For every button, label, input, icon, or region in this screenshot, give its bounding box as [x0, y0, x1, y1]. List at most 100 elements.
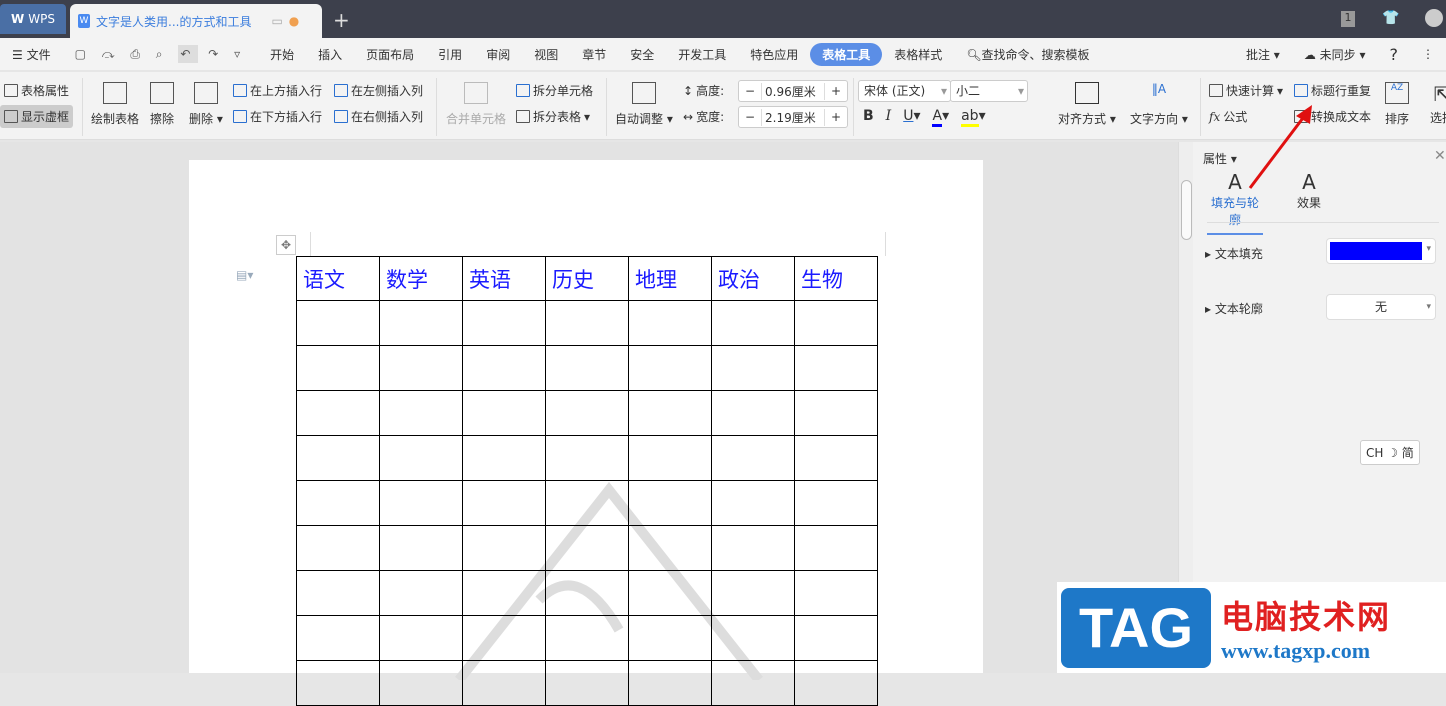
tab-table-tools[interactable]: 表格工具 [810, 42, 883, 66]
window-count-badge[interactable]: 1 [1341, 11, 1355, 27]
table-move-handle-icon[interactable]: ✥ [276, 235, 296, 255]
merge-cells-button[interactable]: 合并单元格 [446, 82, 506, 127]
table-cell[interactable] [296, 615, 380, 661]
table-header-cell[interactable]: 数学 [379, 256, 463, 301]
wps-home-tab[interactable]: W WPS [0, 4, 66, 34]
table-cell[interactable] [296, 345, 380, 391]
table-cell[interactable] [379, 525, 463, 571]
table-cell[interactable] [628, 615, 712, 661]
tab-special-apps[interactable]: 特色应用 [738, 46, 810, 63]
table-cell[interactable] [794, 525, 878, 571]
text-fill-color-picker[interactable]: ▾ [1326, 238, 1436, 264]
insert-col-right-button[interactable]: 在右侧插入列 [334, 108, 423, 125]
table-cell[interactable] [462, 300, 546, 346]
table-header-cell[interactable]: 生物 [794, 256, 878, 301]
draw-table-button[interactable]: 绘制表格 [91, 82, 139, 127]
height-input[interactable]: 0.96厘米 [761, 82, 825, 100]
erase-button[interactable]: 擦除 [150, 82, 174, 127]
table-cell[interactable] [462, 390, 546, 436]
split-table-button[interactable]: 拆分表格 ▾ [516, 108, 590, 125]
table-cell[interactable] [379, 345, 463, 391]
monitor-icon[interactable]: ▭ [271, 14, 282, 28]
decrease-button[interactable]: − [739, 110, 761, 124]
tab-page-layout[interactable]: 页面布局 [354, 46, 426, 63]
table-cell[interactable] [794, 660, 878, 706]
increase-button[interactable]: + [825, 84, 847, 98]
decrease-button[interactable]: − [739, 84, 761, 98]
table-cell[interactable] [711, 435, 795, 481]
table-cell[interactable] [628, 390, 712, 436]
table-cell[interactable] [628, 570, 712, 616]
alignment-button[interactable]: 对齐方式 ▾ [1058, 82, 1116, 127]
increase-button[interactable]: + [825, 110, 847, 124]
table-cell[interactable] [711, 570, 795, 616]
table-cell[interactable] [628, 525, 712, 571]
table-cell[interactable] [545, 615, 629, 661]
table-cell[interactable] [545, 660, 629, 706]
table-cell[interactable] [794, 300, 878, 346]
text-direction-button[interactable]: ‖A 文字方向 ▾ [1130, 82, 1188, 127]
table-cell[interactable] [794, 435, 878, 481]
width-input[interactable]: 2.19厘米 [761, 108, 825, 126]
tab-view[interactable]: 视图 [522, 46, 570, 63]
table-cell[interactable] [462, 435, 546, 481]
table-cell[interactable] [628, 660, 712, 706]
tab-section[interactable]: 章节 [570, 46, 618, 63]
table-cell[interactable] [794, 390, 878, 436]
command-search[interactable]: 🔍︎查找命令、搜索模板 [954, 46, 1101, 63]
table-cell[interactable] [379, 390, 463, 436]
file-menu[interactable]: ☰ 文件 [0, 46, 63, 63]
table-cell[interactable] [379, 660, 463, 706]
avatar[interactable] [1425, 9, 1443, 27]
help-button[interactable]: ? [1378, 45, 1411, 64]
split-cells-button[interactable]: 拆分单元格 [516, 82, 593, 99]
tab-security[interactable]: 安全 [618, 46, 666, 63]
select-button[interactable]: ⇱ 选择 [1430, 82, 1446, 126]
table-cell[interactable] [462, 570, 546, 616]
panel-title[interactable]: 属性 ▾ [1203, 150, 1237, 167]
table-cell[interactable] [296, 570, 380, 616]
table-cell[interactable] [545, 435, 629, 481]
tab-start[interactable]: 开始 [258, 46, 306, 63]
undo-icon[interactable]: ↶ [178, 44, 199, 63]
table-cell[interactable] [379, 615, 463, 661]
highlight-button[interactable]: ab▾ [961, 108, 986, 127]
table-cell[interactable] [711, 660, 795, 706]
tab-insert[interactable]: 插入 [306, 46, 354, 63]
table-cell[interactable] [711, 300, 795, 346]
insert-row-above-button[interactable]: 在上方插入行 [233, 82, 322, 99]
table-cell[interactable] [628, 435, 712, 481]
table-cell[interactable] [794, 345, 878, 391]
font-family-select[interactable]: 宋体 (正文) ▾ [858, 80, 951, 102]
table-cell[interactable] [794, 570, 878, 616]
text-fill-label[interactable]: ▸ 文本填充 [1205, 245, 1263, 262]
table-cell[interactable] [296, 435, 380, 481]
table-header-cell[interactable]: 历史 [545, 256, 629, 301]
font-color-button[interactable]: A▾ [932, 108, 949, 127]
table-cell[interactable] [711, 615, 795, 661]
table-cell[interactable] [545, 300, 629, 346]
table-cell[interactable] [379, 480, 463, 526]
table-properties-button[interactable]: 表格属性 [4, 82, 69, 99]
table-cell[interactable] [379, 570, 463, 616]
paragraph-options-icon[interactable]: ▤▾ [236, 268, 253, 282]
table-header-cell[interactable]: 政治 [711, 256, 795, 301]
insert-col-left-button[interactable]: 在左侧插入列 [334, 82, 423, 99]
text-outline-label[interactable]: ▸ 文本轮廓 [1205, 300, 1263, 317]
bold-button[interactable]: B [863, 108, 874, 124]
table-cell[interactable] [545, 390, 629, 436]
table-cell[interactable] [545, 570, 629, 616]
ime-indicator[interactable]: CH ☽ 简 [1360, 440, 1420, 465]
document-tab[interactable]: W 文字是人类用...的方式和工具 ▭ ● [70, 4, 322, 38]
table-cell[interactable] [379, 435, 463, 481]
tab-table-style[interactable]: 表格样式 [882, 46, 954, 63]
table-cell[interactable] [296, 480, 380, 526]
table-cell[interactable] [711, 525, 795, 571]
show-gridlines-toggle[interactable]: 显示虚框 [0, 105, 74, 128]
table-cell[interactable] [462, 615, 546, 661]
delete-button[interactable]: 删除 ▾ [189, 82, 223, 127]
table-cell[interactable] [628, 300, 712, 346]
table-cell[interactable] [794, 480, 878, 526]
tab-review[interactable]: 审阅 [474, 46, 522, 63]
tab-developer[interactable]: 开发工具 [666, 46, 738, 63]
